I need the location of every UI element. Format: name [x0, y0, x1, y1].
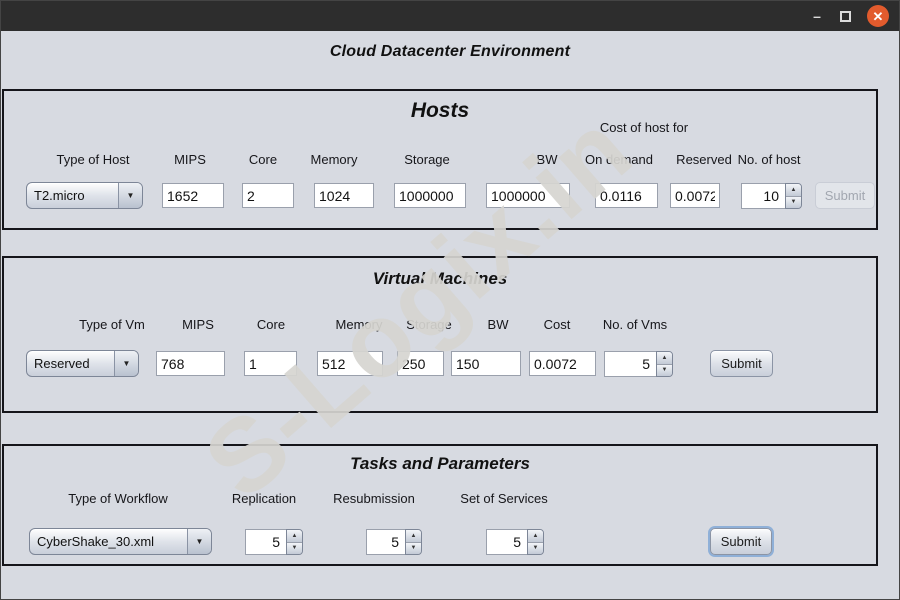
hosts-title: Hosts — [410, 99, 470, 122]
spinner-up-icon[interactable]: ▲ — [528, 530, 543, 543]
replication-label: Replication — [231, 491, 297, 506]
vm-memory-field[interactable] — [317, 351, 383, 376]
vm-bw-field[interactable] — [451, 351, 521, 376]
tasks-title: Tasks and Parameters — [350, 454, 530, 473]
services-value: 5 — [486, 529, 527, 555]
spinner-up-icon[interactable]: ▲ — [406, 530, 421, 543]
vm-cost-label: Cost — [543, 317, 571, 332]
hosts-panel: Hosts Cost of host for Type of Host MIPS… — [2, 89, 878, 230]
spinner-up-icon[interactable]: ▲ — [786, 184, 801, 197]
vm-memory-label: Memory — [335, 317, 383, 332]
spinner-down-icon[interactable]: ▼ — [528, 542, 543, 554]
vm-storage-label: Storage — [406, 317, 452, 332]
host-mips-field[interactable] — [162, 183, 224, 208]
app-window: – ✕ Cloud Datacenter Environment Hosts C… — [0, 0, 900, 600]
page-title: Cloud Datacenter Environment — [329, 43, 571, 60]
titlebar: – ✕ — [1, 1, 899, 31]
close-button[interactable]: ✕ — [867, 5, 889, 27]
vm-type-select[interactable]: Reserved ▼ — [26, 350, 139, 377]
host-reserved-label: Reserved — [676, 152, 732, 167]
vm-storage-field[interactable] — [397, 351, 444, 376]
services-label: Set of Services — [460, 491, 548, 506]
host-mips-label: MIPS — [174, 152, 206, 167]
host-core-label: Core — [248, 152, 278, 167]
vm-core-field[interactable] — [244, 351, 297, 376]
hosts-submit-button[interactable]: Submit — [815, 182, 875, 209]
spinner-down-icon[interactable]: ▼ — [287, 542, 302, 554]
host-count-value: 10 — [741, 183, 785, 209]
host-bw-field[interactable] — [486, 183, 570, 208]
host-memory-label: Memory — [310, 152, 358, 167]
spinner-down-icon[interactable]: ▼ — [786, 196, 801, 208]
resubmission-spinner[interactable]: 5 ▲ ▼ — [366, 529, 422, 555]
spinner-down-icon[interactable]: ▼ — [657, 364, 672, 376]
spinner-up-icon[interactable]: ▲ — [657, 352, 672, 365]
host-type-label: Type of Host — [56, 152, 130, 167]
vms-title: Virtual Machines — [372, 269, 508, 288]
vm-core-label: Core — [256, 317, 286, 332]
vms-panel: Virtual Machines Type of Vm MIPS Core Me… — [2, 256, 878, 413]
chevron-down-icon[interactable]: ▼ — [118, 183, 142, 208]
vm-bw-label: BW — [487, 317, 509, 332]
cost-group-label: Cost of host for — [599, 120, 689, 135]
vm-count-label: No. of Vms — [602, 317, 668, 332]
replication-value: 5 — [245, 529, 286, 555]
tasks-submit-button[interactable]: Submit — [710, 528, 772, 555]
host-core-field[interactable] — [242, 183, 294, 208]
workflow-select[interactable]: CyberShake_30.xml ▼ — [29, 528, 212, 555]
chevron-down-icon[interactable]: ▼ — [114, 351, 138, 376]
host-storage-field[interactable] — [394, 183, 466, 208]
host-storage-label: Storage — [404, 152, 450, 167]
chevron-down-icon[interactable]: ▼ — [187, 529, 211, 554]
host-count-spinner[interactable]: 10 ▲ ▼ — [741, 183, 802, 209]
host-ondemand-label: On demand — [585, 152, 653, 167]
host-type-value: T2.micro — [34, 188, 85, 203]
spinner-up-icon[interactable]: ▲ — [287, 530, 302, 543]
host-count-label: No. of host — [737, 152, 801, 167]
host-type-select[interactable]: T2.micro ▼ — [26, 182, 143, 209]
host-reserved-field[interactable] — [670, 183, 720, 208]
resubmission-label: Resubmission — [333, 491, 415, 506]
host-bw-label: BW — [536, 152, 558, 167]
vm-mips-field[interactable] — [156, 351, 225, 376]
workflow-value: CyberShake_30.xml — [37, 534, 155, 549]
vm-type-value: Reserved — [34, 356, 90, 371]
tasks-panel: Tasks and Parameters Type of Workflow Re… — [2, 444, 878, 566]
spinner-down-icon[interactable]: ▼ — [406, 542, 421, 554]
vms-submit-button[interactable]: Submit — [710, 350, 773, 377]
host-memory-field[interactable] — [314, 183, 374, 208]
vm-count-value: 5 — [604, 351, 656, 377]
minimize-button[interactable]: – — [810, 9, 824, 23]
host-ondemand-field[interactable] — [595, 183, 658, 208]
vm-count-spinner[interactable]: 5 ▲ ▼ — [604, 351, 673, 377]
resubmission-value: 5 — [366, 529, 405, 555]
replication-spinner[interactable]: 5 ▲ ▼ — [245, 529, 303, 555]
vm-cost-field[interactable] — [529, 351, 596, 376]
vm-mips-label: MIPS — [182, 317, 214, 332]
workflow-label: Type of Workflow — [68, 491, 168, 506]
maximize-button[interactable] — [840, 10, 851, 22]
vm-type-label: Type of Vm — [79, 317, 145, 332]
services-spinner[interactable]: 5 ▲ ▼ — [486, 529, 544, 555]
